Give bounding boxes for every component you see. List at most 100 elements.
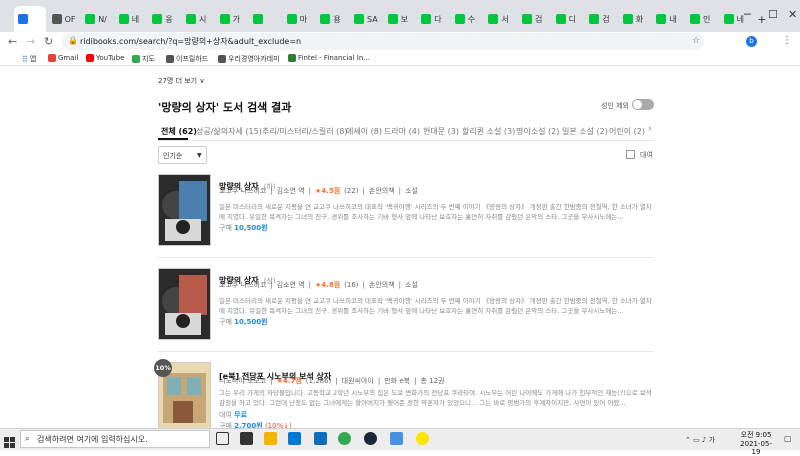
- app-icon-2[interactable]: [390, 432, 403, 445]
- tab-label: 가: [232, 14, 240, 24]
- profile-avatar[interactable]: b: [746, 36, 757, 47]
- filter-tab-1[interactable]: 성공/삶의자세 (15): [196, 126, 262, 137]
- bookmark-fintel[interactable]: Fintel - Financial In...: [288, 54, 370, 62]
- close-window-button[interactable]: ✕: [788, 8, 797, 21]
- book-publisher[interactable]: 대원씨아이: [342, 376, 374, 386]
- back-icon[interactable]: ←: [8, 35, 17, 48]
- minimize-button[interactable]: ─: [744, 8, 751, 21]
- store-icon[interactable]: [288, 432, 301, 445]
- app-icon-1[interactable]: [240, 432, 253, 445]
- book-cover[interactable]: [158, 174, 211, 246]
- kakaotalk-icon[interactable]: [416, 432, 429, 445]
- filter-tab-2[interactable]: 추리/미스터리/스릴러 (8): [262, 126, 348, 137]
- taskbar-search-input[interactable]: ⌕ 검색하려면 여기에 입력하십시오.: [20, 430, 210, 448]
- book-author[interactable]: 니노미야 토모코: [219, 376, 266, 386]
- reload-icon[interactable]: ↻: [44, 35, 53, 48]
- browser-tab[interactable]: 용: [316, 6, 348, 32]
- browser-tab[interactable]: 시: [182, 6, 214, 32]
- tab-favicon: [85, 14, 96, 24]
- filter-tab-9[interactable]: 어린이 (2): [609, 126, 645, 137]
- clock[interactable]: 오전 9:05 2021-05-19: [736, 430, 776, 456]
- browser-tab[interactable]: [14, 6, 46, 32]
- browser-tab[interactable]: 화: [619, 6, 651, 32]
- tab-label: 서: [501, 14, 509, 24]
- tab-favicon: [186, 14, 196, 24]
- filter-tab-8[interactable]: 일본 소설 (2): [562, 126, 608, 137]
- bookmark-apps[interactable]: ⠿ 앱: [22, 54, 36, 64]
- chrome-icon[interactable]: [338, 432, 351, 445]
- book-rating: ★4.8점: [315, 281, 341, 289]
- task-view-icon[interactable]: [216, 432, 229, 445]
- lock-icon: 🔒: [68, 36, 78, 45]
- browser-tab[interactable]: 검: [518, 6, 550, 32]
- apps-icon: ⠿: [22, 54, 28, 64]
- filter-tab-3[interactable]: 에세이 (8): [346, 126, 382, 137]
- book-meta: 니노미야 토모코 | ★4.7점 (1,286) | 대원씨아이 | 만화 e북 | 총 …: [219, 376, 445, 386]
- tab-favicon: [555, 14, 566, 24]
- tab-favicon: [522, 14, 532, 24]
- bookmarks-bar: ⠿ 앱 Gmail YouTube 지도 이프릴하드 우리경영아카데미 Finte…: [0, 52, 800, 66]
- bookmark-maps[interactable]: 지도: [132, 54, 155, 64]
- tab-label: 네: [736, 14, 744, 24]
- windows-start-icon[interactable]: [4, 433, 15, 448]
- book-publisher[interactable]: 손안의책: [369, 186, 395, 196]
- bookmark-youtube[interactable]: YouTube: [86, 54, 124, 62]
- browser-tab[interactable]: 디: [552, 6, 584, 32]
- tab-favicon: [387, 14, 398, 24]
- filter-tab-7[interactable]: 명이소설 (2): [516, 126, 559, 137]
- show-more-link[interactable]: 27명 더 보기 ∨: [158, 76, 204, 86]
- browser-tab[interactable]: OF: [48, 6, 80, 32]
- sort-select-value: 인기순: [163, 152, 183, 160]
- rent-checkbox[interactable]: [626, 150, 635, 159]
- filter-tab-all[interactable]: 전체 (62): [161, 126, 197, 137]
- tab-label: 마: [299, 14, 308, 24]
- chevron-right-icon[interactable]: ›: [648, 124, 652, 134]
- browser-tab[interactable]: 보: [384, 6, 416, 32]
- browser-tab[interactable]: 옹: [148, 6, 180, 32]
- book-author[interactable]: 교고쿠 나쓰히코: [219, 280, 266, 290]
- result-divider: [158, 257, 654, 258]
- book-cover[interactable]: [158, 268, 211, 340]
- browser-tab[interactable]: 마: [283, 6, 315, 32]
- book-meta: 교고쿠 나쓰히코 | 김소연 역 | ★4.8점 (16) | 손안의책 | 소설: [219, 280, 418, 290]
- new-tab-button[interactable]: +: [753, 6, 767, 32]
- browser-tab[interactable]: 네: [115, 6, 147, 32]
- forward-icon[interactable]: →: [26, 35, 35, 48]
- mail-icon[interactable]: [314, 432, 327, 445]
- browser-tab[interactable]: [249, 6, 281, 32]
- browser-tab[interactable]: SA: [350, 6, 382, 32]
- browser-tab[interactable]: 인: [686, 6, 718, 32]
- filter-tab-4[interactable]: 드라마 (4): [384, 126, 420, 137]
- adult-exclude-toggle[interactable]: [632, 99, 654, 110]
- bookmark-icon: [166, 55, 174, 63]
- browser-tab[interactable]: 내: [652, 6, 684, 32]
- steam-icon[interactable]: [364, 432, 377, 445]
- bookmark-gmail[interactable]: Gmail: [48, 54, 78, 62]
- filter-tab-6[interactable]: 할리퀸 소설 (3): [462, 126, 515, 137]
- book-author[interactable]: 교고쿠 나쓰히코: [219, 186, 266, 196]
- sort-select[interactable]: 인기순 ▼: [158, 146, 207, 164]
- menu-icon[interactable]: ⋮: [782, 35, 792, 46]
- bookmark-april-hard[interactable]: 이프릴하드: [166, 54, 208, 64]
- address-bar[interactable]: 🔒 ridibooks.com/search/?q=망량의+상자&adult_e…: [62, 33, 704, 50]
- tray-icons[interactable]: ⌃ ▭ ♪ 가: [685, 435, 715, 445]
- price-label: 구매: [219, 318, 232, 326]
- book-publisher[interactable]: 손안의책: [369, 280, 395, 290]
- fintel-icon: [288, 54, 296, 62]
- browser-tab[interactable]: 서: [484, 6, 516, 32]
- browser-tab[interactable]: N/: [81, 6, 113, 32]
- browser-tab[interactable]: 검: [585, 6, 617, 32]
- tab-label: 인: [703, 14, 711, 24]
- browser-tab[interactable]: 수: [451, 6, 483, 32]
- browser-tab[interactable]: 다: [417, 6, 449, 32]
- browser-tab[interactable]: 가: [216, 6, 248, 32]
- maps-icon: [132, 55, 140, 63]
- bookmark-academy[interactable]: 우리경영아카데미: [218, 54, 280, 64]
- notification-icon[interactable]: ▢: [784, 434, 792, 443]
- bookmark-star-icon[interactable]: ☆: [692, 36, 700, 46]
- book-category: 소설: [405, 281, 418, 289]
- file-explorer-icon[interactable]: [264, 432, 277, 445]
- tab-favicon: [354, 14, 364, 24]
- maximize-button[interactable]: ☐: [768, 8, 778, 21]
- filter-tab-5[interactable]: 현대문 (3): [423, 126, 459, 137]
